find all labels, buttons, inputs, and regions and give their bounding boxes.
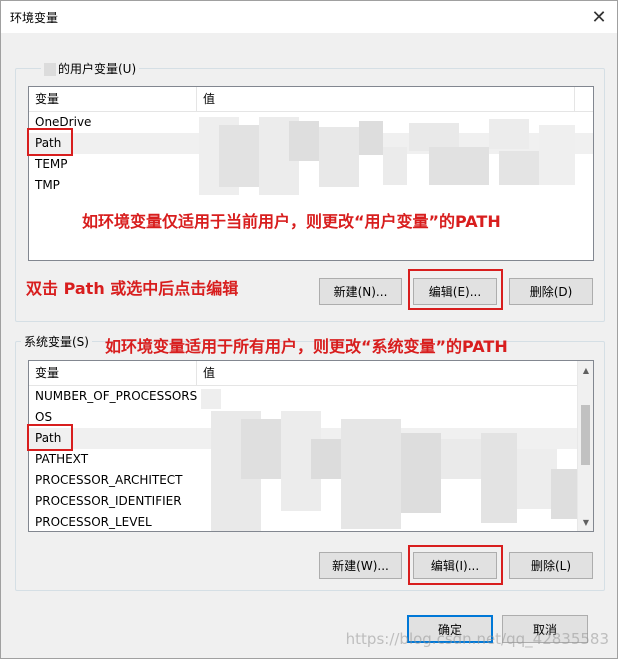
- redacted-username: [44, 63, 56, 76]
- watermark: https://blog.csdn.net/qq_42835583: [345, 630, 609, 648]
- user-delete-button[interactable]: 删除(D): [509, 278, 593, 305]
- system-new-button[interactable]: 新建(W)...: [319, 552, 402, 579]
- annotation-dblclick-hint: 双击 Path 或选中后点击编辑: [26, 279, 239, 298]
- close-icon[interactable]: ✕: [585, 3, 613, 31]
- list-header: 变量 值: [29, 87, 593, 112]
- column-header-variable[interactable]: 变量: [29, 87, 197, 112]
- user-new-button[interactable]: 新建(N)...: [319, 278, 402, 305]
- column-header-value[interactable]: 值: [197, 87, 575, 112]
- column-header-value[interactable]: 值: [197, 361, 577, 386]
- list-header: 变量 值: [29, 361, 577, 386]
- annotation-user-hint: 如环境变量仅适用于当前用户，则更改“用户变量”的PATH: [82, 212, 501, 231]
- system-delete-button[interactable]: 删除(L): [509, 552, 593, 579]
- system-variables-label: 系统变量(S): [21, 333, 92, 350]
- scroll-up-icon[interactable]: ▲: [578, 362, 593, 378]
- user-edit-button[interactable]: 编辑(E)...: [413, 278, 497, 305]
- scroll-thumb[interactable]: [581, 405, 590, 465]
- scroll-down-icon[interactable]: ▼: [578, 514, 593, 530]
- title-bar: 环境变量 ✕: [1, 1, 617, 33]
- system-edit-button[interactable]: 编辑(I)...: [413, 552, 497, 579]
- column-header-variable[interactable]: 变量: [29, 361, 197, 386]
- user-variables-list[interactable]: 变量 值 OneDrive Path TEMP TMP: [28, 86, 594, 261]
- user-variables-label: 的用户变量(U): [41, 60, 140, 77]
- system-list-scrollbar[interactable]: ▲ ▼: [577, 361, 593, 531]
- window-title: 环境变量: [10, 11, 59, 25]
- environment-variables-dialog: 环境变量 ✕ 的用户变量(U) 变量 值 OneDrive Path TEMP …: [0, 0, 618, 659]
- blurred-values: [201, 389, 577, 531]
- blurred-values: [199, 117, 577, 195]
- annotation-system-hint: 如环境变量适用于所有用户，则更改“系统变量”的PATH: [105, 337, 508, 356]
- system-variables-list[interactable]: 变量 值 NUMBER_OF_PROCESSORS OS Path PATHEX…: [28, 360, 594, 532]
